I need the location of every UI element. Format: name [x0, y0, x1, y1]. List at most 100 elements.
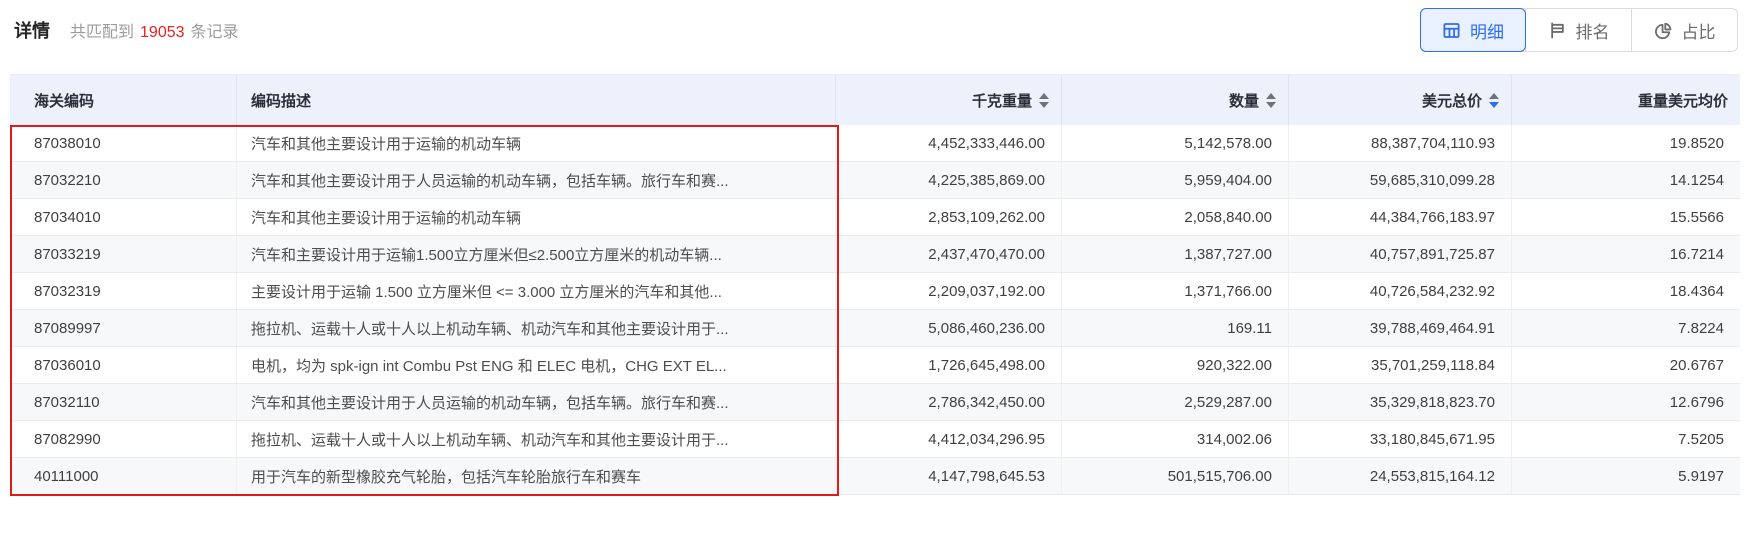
table-row[interactable]: 87032210 汽车和其他主要设计用于人员运输的机动车辆，包括车辆。旅行车和赛.…	[10, 162, 1740, 199]
sort-caret-icon[interactable]	[1039, 92, 1049, 108]
column-label: 重量美元均价	[1637, 92, 1728, 110]
table-row[interactable]: 87038010 汽车和其他主要设计用于运输的机动车辆 4,452,333,446.…	[10, 125, 1740, 162]
cell-usd: 35,701,259,118.84	[1289, 347, 1512, 383]
table-row[interactable]: 87032110 汽车和其他主要设计用于人员运输的机动车辆，包括车辆。旅行车和赛.…	[10, 384, 1740, 421]
cell-code: 87032110	[10, 384, 237, 420]
cell-usd: 88,387,704,110.93	[1289, 125, 1512, 161]
cell-weight: 2,209,037,192.00	[836, 273, 1062, 309]
cell-qty: 5,959,404.00	[1062, 162, 1289, 198]
cell-code: 87034010	[10, 199, 237, 235]
cell-qty: 314,002.06	[1062, 421, 1289, 457]
cell-avg: 16.7214	[1669, 245, 1724, 263]
column-header-weight[interactable]: 千克重量	[836, 75, 1062, 125]
cell-qty: 169.11	[1062, 310, 1289, 346]
cell-desc: 汽车和其他主要设计用于人员运输的机动车辆，包括车辆。旅行车和赛...	[237, 162, 836, 198]
table-row[interactable]: 87082990 拖拉机、运载十人或十人以上机动车辆、机动汽车和其他主要设计用于.…	[10, 421, 1740, 458]
table-row[interactable]: 87036010 电机，均为 spk-ign int Combu Pst ENG …	[10, 347, 1740, 384]
view-tab-label: 占比	[1681, 22, 1716, 42]
cell-desc: 主要设计用于运输 1.500 立方厘米但 <= 3.000 立方厘米的汽车和其他…	[237, 273, 836, 309]
cell-desc: 电机，均为 spk-ign int Combu Pst ENG 和 ELEC 电…	[237, 347, 836, 383]
cell-code: 87032210	[10, 162, 237, 198]
cell-qty: 2,058,840.00	[1062, 199, 1289, 235]
cell-code: 87036010	[10, 347, 237, 383]
cell-weight: 4,147,798,645.53	[836, 458, 1062, 494]
sort-caret-icon[interactable]	[1266, 92, 1276, 108]
cell-desc: 汽车和其他主要设计用于运输的机动车辆	[237, 199, 836, 235]
cell-weight: 1,726,645,498.00	[836, 347, 1062, 383]
toolbar: 详情 共匹配到 19053 条记录 明细 排名 占比	[0, 0, 1750, 74]
cell-desc: 汽车和主要设计用于运输1.500立方厘米但≤2.500立方厘米的机动车辆...	[237, 236, 836, 272]
cell-usd: 24,553,815,164.12	[1289, 458, 1512, 494]
table-body: 87038010 汽车和其他主要设计用于运输的机动车辆 4,452,333,446.…	[10, 125, 1740, 495]
cell-code: 40111000	[10, 458, 237, 494]
table-row[interactable]: 87032319 主要设计用于运输 1.500 立方厘米但 <= 3.000 立方…	[10, 273, 1740, 310]
view-tab-proportion[interactable]: 占比	[1631, 9, 1737, 51]
column-header-code: 海关编码	[10, 75, 237, 125]
column-header-desc: 编码描述	[237, 75, 836, 125]
cell-desc: 汽车和其他主要设计用于运输的机动车辆	[237, 125, 836, 161]
cell-desc: 拖拉机、运载十人或十人以上机动车辆、机动汽车和其他主要设计用于...	[237, 310, 836, 346]
cell-usd: 59,685,310,099.28	[1289, 162, 1512, 198]
match-suffix: 条记录	[190, 24, 239, 41]
cell-usd: 44,384,766,183.97	[1289, 199, 1512, 235]
cell-qty: 1,371,766.00	[1062, 273, 1289, 309]
cell-avg: 19.8520	[1669, 134, 1724, 152]
cell-code: 87033219	[10, 236, 237, 272]
cell-weight: 2,437,470,470.00	[836, 236, 1062, 272]
page-title: 详情	[14, 21, 50, 41]
cell-avg: 5.9197	[1678, 467, 1724, 485]
cell-avg: 12.6796	[1669, 393, 1724, 411]
cell-usd: 39,788,469,464.91	[1289, 310, 1512, 346]
cell-code: 87082990	[10, 421, 237, 457]
cell-code: 87089997	[10, 310, 237, 346]
cell-qty: 501,515,706.00	[1062, 458, 1289, 494]
match-info: 共匹配到 19053 条记录	[70, 18, 239, 42]
column-label: 编码描述	[251, 92, 312, 110]
title-group: 详情 共匹配到 19053 条记录	[14, 8, 239, 52]
sort-caret-icon[interactable]	[1489, 92, 1499, 108]
cell-qty: 1,387,727.00	[1062, 236, 1289, 272]
data-table: 海关编码 编码描述 千克重量 数量 美元总价 重量美元均价 87038010 汽车和其他主要…	[10, 74, 1740, 496]
column-header-qty[interactable]: 数量	[1062, 75, 1289, 125]
cell-avg: 18.4364	[1669, 282, 1724, 300]
view-tab-label: 明细	[1470, 22, 1504, 42]
cell-usd: 40,757,891,725.87	[1289, 236, 1512, 272]
column-label: 数量	[1228, 92, 1259, 110]
cell-usd: 40,726,584,232.92	[1289, 273, 1512, 309]
cell-desc: 用于汽车的新型橡胶充气轮胎，包括汽车轮胎旅行车和赛车	[237, 458, 836, 494]
cell-weight: 2,786,342,450.00	[836, 384, 1062, 420]
cell-weight: 4,412,034,296.95	[836, 421, 1062, 457]
column-label: 千克重量	[971, 92, 1032, 110]
ranking-flag-icon	[1548, 21, 1567, 40]
table-row[interactable]: 40111000 用于汽车的新型橡胶充气轮胎，包括汽车轮胎旅行车和赛车 4,147,…	[10, 458, 1740, 495]
cell-avg: 7.5205	[1678, 430, 1724, 448]
cell-qty: 920,322.00	[1062, 347, 1289, 383]
match-count: 19053	[140, 24, 185, 41]
cell-weight: 5,086,460,236.00	[836, 310, 1062, 346]
cell-desc: 汽车和其他主要设计用于人员运输的机动车辆，包括车辆。旅行车和赛...	[237, 384, 836, 420]
column-label: 海关编码	[34, 92, 95, 110]
table-row[interactable]: 87034010 汽车和其他主要设计用于运输的机动车辆 2,853,109,262.…	[10, 199, 1740, 236]
table-row[interactable]: 87033219 汽车和主要设计用于运输1.500立方厘米但≤2.500立方厘米的…	[10, 236, 1740, 273]
cell-usd: 33,180,845,671.95	[1289, 421, 1512, 457]
cell-avg: 14.1254	[1669, 171, 1724, 189]
cell-avg: 15.5566	[1669, 208, 1724, 226]
table-header-row: 海关编码 编码描述 千克重量 数量 美元总价 重量美元均价	[10, 75, 1740, 125]
column-header-usd[interactable]: 美元总价	[1289, 75, 1512, 125]
view-tab-label: 排名	[1575, 22, 1610, 42]
view-tab-ranking[interactable]: 排名	[1525, 9, 1631, 51]
column-label: 美元总价	[1421, 92, 1482, 110]
table-row[interactable]: 87089997 拖拉机、运载十人或十人以上机动车辆、机动汽车和其他主要设计用于.…	[10, 310, 1740, 347]
cell-avg: 7.8224	[1678, 319, 1724, 337]
pie-chart-icon	[1654, 21, 1673, 40]
view-tab-detail[interactable]: 明细	[1420, 8, 1526, 52]
cell-qty: 2,529,287.00	[1062, 384, 1289, 420]
view-switcher: 明细 排名 占比	[1420, 8, 1738, 52]
cell-weight: 4,225,385,869.00	[836, 162, 1062, 198]
cell-desc: 拖拉机、运载十人或十人以上机动车辆、机动汽车和其他主要设计用于...	[237, 421, 836, 457]
cell-avg: 20.6767	[1669, 356, 1724, 374]
cell-code: 87038010	[10, 125, 237, 161]
cell-weight: 2,853,109,262.00	[836, 199, 1062, 235]
cell-code: 87032319	[10, 273, 237, 309]
match-prefix: 共匹配到	[70, 24, 135, 41]
